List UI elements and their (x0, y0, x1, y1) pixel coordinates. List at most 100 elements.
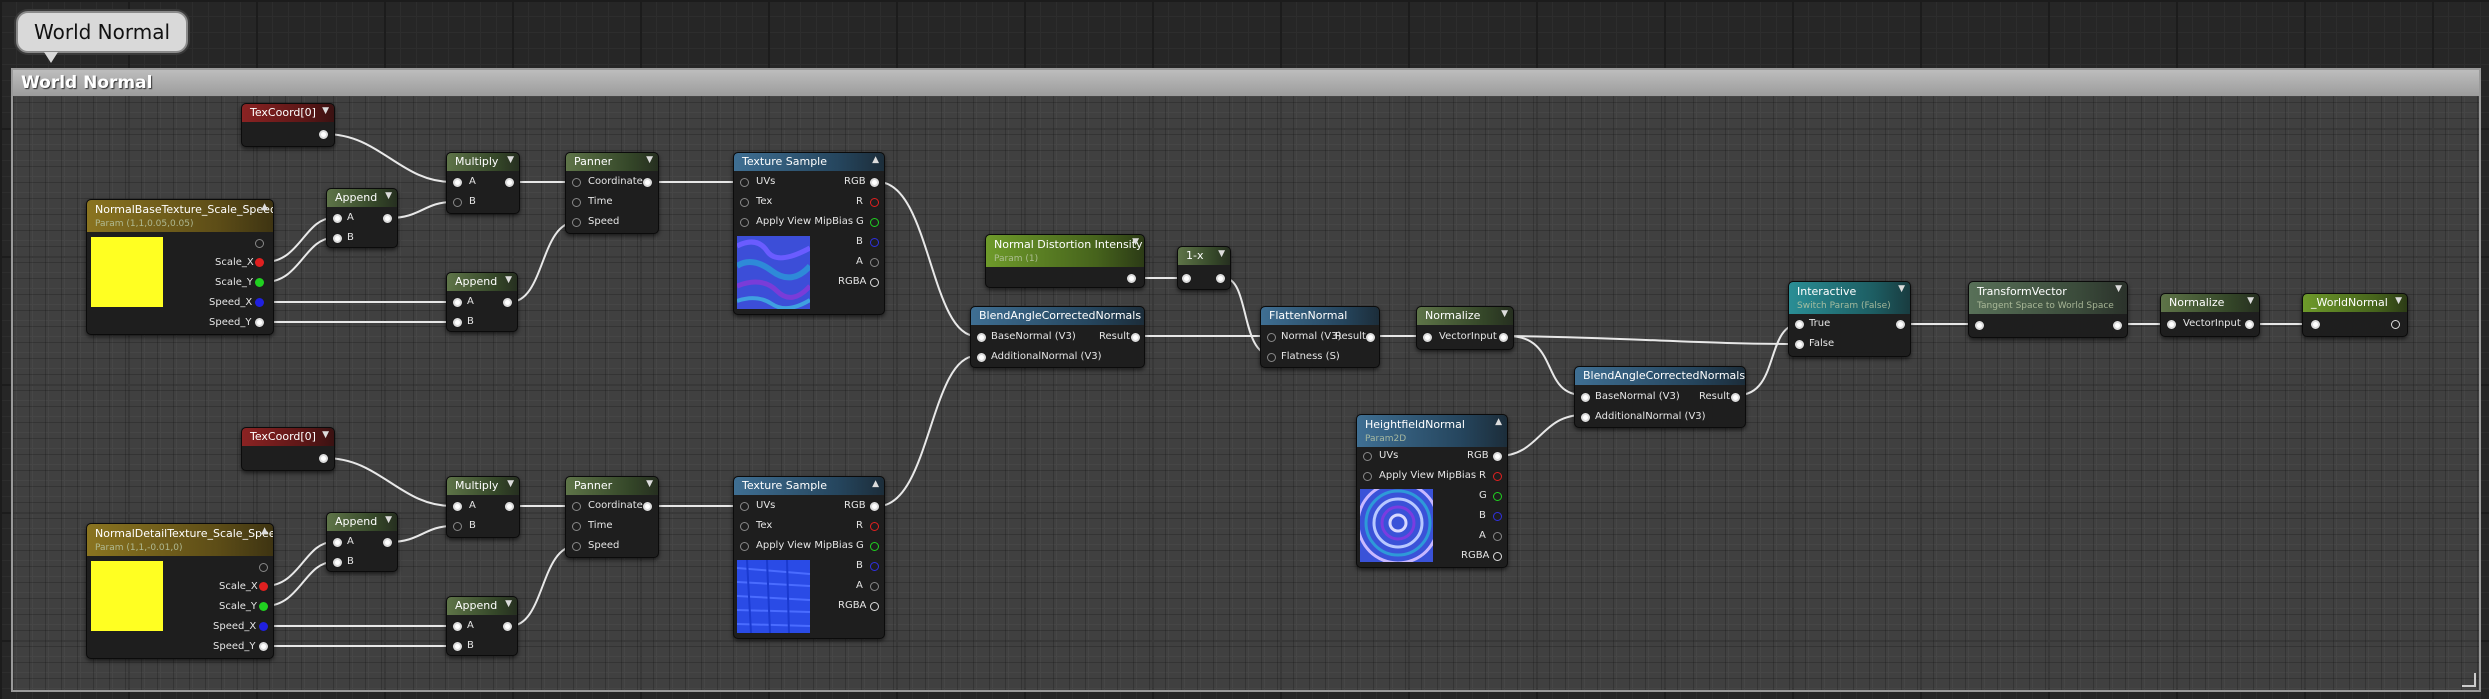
green-pin-icon[interactable] (259, 602, 268, 611)
input-pin-icon[interactable] (1795, 320, 1804, 329)
collapse-chevron-icon[interactable]: ▲ (261, 526, 268, 536)
comment-box[interactable]: World Normal (11, 68, 2481, 692)
output-pin-icon[interactable] (870, 602, 879, 611)
input-pin-icon[interactable] (333, 234, 342, 243)
red-pin-icon[interactable] (255, 258, 264, 267)
output-pin-icon[interactable] (870, 582, 879, 591)
output-pin-icon[interactable] (870, 258, 879, 267)
heightfield-normal-node[interactable]: HeightfieldNormal Param2D ▲ UVs Apply Vi… (1356, 414, 1508, 568)
input-pin-icon[interactable] (453, 502, 462, 511)
output-pin-icon[interactable] (319, 454, 328, 463)
panner-node[interactable]: Panner ▼ Coordinate Time Speed (565, 476, 659, 558)
output-pin-icon[interactable] (1896, 320, 1905, 329)
output-pin-icon[interactable] (1216, 274, 1225, 283)
input-pin-icon[interactable] (1363, 452, 1372, 461)
input-pin-icon[interactable] (977, 333, 986, 342)
input-pin-icon[interactable] (1581, 393, 1590, 402)
append-node[interactable]: Append ▼ A B (326, 512, 398, 572)
input-pin-icon[interactable] (1267, 353, 1276, 362)
input-pin-icon[interactable] (740, 522, 749, 531)
input-pin-icon[interactable] (333, 558, 342, 567)
blend-normals-node[interactable]: BlendAngleCorrectedNormals BaseNormal (V… (1574, 366, 1746, 428)
collapse-chevron-icon[interactable]: ▼ (2247, 296, 2254, 306)
input-pin-icon[interactable] (453, 522, 462, 531)
collapse-chevron-icon[interactable]: ▼ (646, 155, 653, 165)
collapse-chevron-icon[interactable]: ▼ (385, 191, 392, 201)
collapse-chevron-icon[interactable]: ▼ (505, 275, 512, 285)
output-pin-icon[interactable] (2245, 320, 2254, 329)
output-pin-icon[interactable] (643, 502, 652, 511)
collapse-chevron-icon[interactable]: ▼ (385, 515, 392, 525)
input-pin-icon[interactable] (740, 218, 749, 227)
red-pin-icon[interactable] (259, 582, 268, 591)
input-pin-icon[interactable] (1581, 413, 1590, 422)
transform-vector-node[interactable]: TransformVector Tangent Space to World S… (1968, 281, 2128, 338)
output-pin-icon[interactable] (503, 298, 512, 307)
red-pin-icon[interactable] (1493, 472, 1502, 481)
green-pin-icon[interactable] (870, 542, 879, 551)
green-pin-icon[interactable] (255, 278, 264, 287)
world-normal-output-node[interactable]: _WorldNormal ▼ (2302, 293, 2408, 337)
input-pin-icon[interactable] (740, 542, 749, 551)
blend-normals-node[interactable]: BlendAngleCorrectedNormals BaseNormal (V… (970, 306, 1145, 368)
input-pin-icon[interactable] (453, 318, 462, 327)
output-pin-icon[interactable] (505, 502, 514, 511)
output-pin-icon[interactable] (1493, 552, 1502, 561)
texture-sample-node[interactable]: Texture Sample ▲ UVs Tex Apply View MipB… (733, 476, 885, 639)
green-pin-icon[interactable] (870, 218, 879, 227)
collapse-chevron-icon[interactable]: ▼ (1898, 284, 1905, 294)
output-pin-icon[interactable] (1493, 452, 1502, 461)
output-pin-icon[interactable] (259, 563, 268, 572)
normalize-node[interactable]: Normalize ▼ VectorInput (1416, 306, 1514, 350)
output-pin-icon[interactable] (1499, 333, 1508, 342)
param-node-detail[interactable]: NormalDetailTexture_Scale_Speed Param (1… (86, 523, 274, 659)
input-pin-icon[interactable] (572, 218, 581, 227)
comment-title[interactable]: World Normal (13, 70, 2479, 96)
blue-pin-icon[interactable] (870, 562, 879, 571)
input-pin-icon[interactable] (1182, 274, 1191, 283)
collapse-chevron-icon[interactable]: ▲ (261, 202, 268, 212)
collapse-chevron-icon[interactable]: ▼ (646, 479, 653, 489)
input-pin-icon[interactable] (2311, 320, 2320, 329)
collapse-chevron-icon[interactable]: ▲ (872, 479, 879, 489)
multiply-node[interactable]: Multiply ▼ A B (446, 152, 520, 214)
one-minus-node[interactable]: 1-x ▼ (1177, 246, 1231, 290)
output-pin-icon[interactable] (2113, 321, 2122, 330)
output-pin-icon[interactable] (643, 178, 652, 187)
blue-pin-icon[interactable] (1493, 512, 1502, 521)
input-pin-icon[interactable] (453, 198, 462, 207)
input-pin-icon[interactable] (572, 178, 581, 187)
blue-pin-icon[interactable] (259, 622, 268, 631)
input-pin-icon[interactable] (333, 214, 342, 223)
input-pin-icon[interactable] (1363, 472, 1372, 481)
input-pin-icon[interactable] (453, 642, 462, 651)
collapse-chevron-icon[interactable]: ▼ (322, 430, 329, 440)
input-pin-icon[interactable] (453, 178, 462, 187)
output-pin-icon[interactable] (1127, 274, 1136, 283)
collapse-chevron-icon[interactable]: ▼ (507, 479, 514, 489)
output-pin-icon[interactable] (503, 622, 512, 631)
output-pin-icon[interactable] (255, 318, 264, 327)
interactive-switch-node[interactable]: Interactive Switch Param (False) ▼ True … (1788, 281, 1911, 357)
input-pin-icon[interactable] (333, 538, 342, 547)
collapse-chevron-icon[interactable]: ▼ (322, 106, 329, 116)
collapse-chevron-icon[interactable]: ▲ (872, 155, 879, 165)
output-pin-icon[interactable] (383, 538, 392, 547)
output-pin-icon[interactable] (255, 239, 264, 248)
collapse-chevron-icon[interactable]: ▼ (1132, 237, 1139, 247)
input-pin-icon[interactable] (572, 542, 581, 551)
output-pin-icon[interactable] (1131, 333, 1140, 342)
input-pin-icon[interactable] (740, 178, 749, 187)
input-pin-icon[interactable] (572, 522, 581, 531)
blue-pin-icon[interactable] (870, 238, 879, 247)
append-node[interactable]: Append ▼ A B (446, 596, 518, 656)
output-pin-icon[interactable] (2391, 320, 2400, 329)
collapse-chevron-icon[interactable]: ▼ (2395, 296, 2402, 306)
input-pin-icon[interactable] (453, 298, 462, 307)
collapse-chevron-icon[interactable]: ▼ (1501, 309, 1508, 319)
input-pin-icon[interactable] (453, 622, 462, 631)
panner-node[interactable]: Panner ▼ Coordinate Time Speed (565, 152, 659, 234)
output-pin-icon[interactable] (505, 178, 514, 187)
input-pin-icon[interactable] (1795, 340, 1804, 349)
output-pin-icon[interactable] (319, 130, 328, 139)
